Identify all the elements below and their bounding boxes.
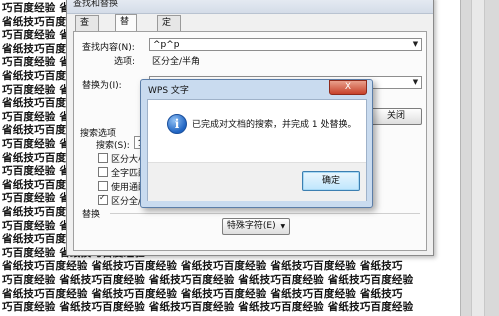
close-icon[interactable]: X [329, 80, 367, 95]
chevron-down-icon[interactable]: ▼ [410, 39, 421, 50]
options-label: 选项: [114, 57, 136, 67]
special-characters-button[interactable]: 特殊字符(E) ▼ [222, 218, 290, 235]
page-edge [471, 0, 485, 316]
info-icon: i [167, 114, 187, 134]
match-case-checkbox[interactable] [98, 153, 108, 163]
message-box: WPS 文字 X i 已完成对文档的搜索，并完成 1 处替换。 确定 [140, 79, 373, 208]
search-label: 搜索(S): [96, 141, 130, 151]
dialog-title: 查找和替换 [67, 0, 433, 14]
message-box-title: WPS 文字 [148, 86, 189, 96]
tab-replace[interactable]: 替换(P) [115, 14, 138, 57]
divider [110, 213, 420, 214]
replace-section-label: 替换 [82, 210, 101, 220]
tab-goto[interactable]: 定位(G) [157, 15, 181, 58]
find-input[interactable]: ^p^p ▼ [149, 38, 422, 51]
page-gutter [460, 0, 499, 316]
whole-word-checkbox[interactable] [98, 167, 108, 177]
width-match-checkbox[interactable] [98, 193, 108, 205]
tab-find[interactable]: 查找(D) [75, 15, 99, 58]
options-value: 区分全/半角 [152, 57, 201, 67]
chevron-down-icon: ▼ [280, 223, 286, 230]
close-button[interactable]: 关闭 [370, 108, 422, 125]
wildcards-checkbox[interactable] [98, 181, 108, 191]
document-text-line: 巧百度经验 省纸技巧百度经验 省纸技巧百度经验 省纸技巧百度经验 省纸技巧百度经… [2, 301, 414, 314]
find-value: ^p^p [153, 40, 180, 50]
special-characters-label: 特殊字符(E) [226, 221, 276, 231]
ok-button[interactable]: 确定 [302, 171, 360, 191]
replace-label: 替换为(I): [82, 81, 122, 91]
find-label: 查找内容(N): [82, 43, 135, 53]
chevron-down-icon[interactable]: ▼ [410, 77, 421, 88]
message-text: 已完成对文档的搜索，并完成 1 处替换。 [192, 120, 357, 130]
